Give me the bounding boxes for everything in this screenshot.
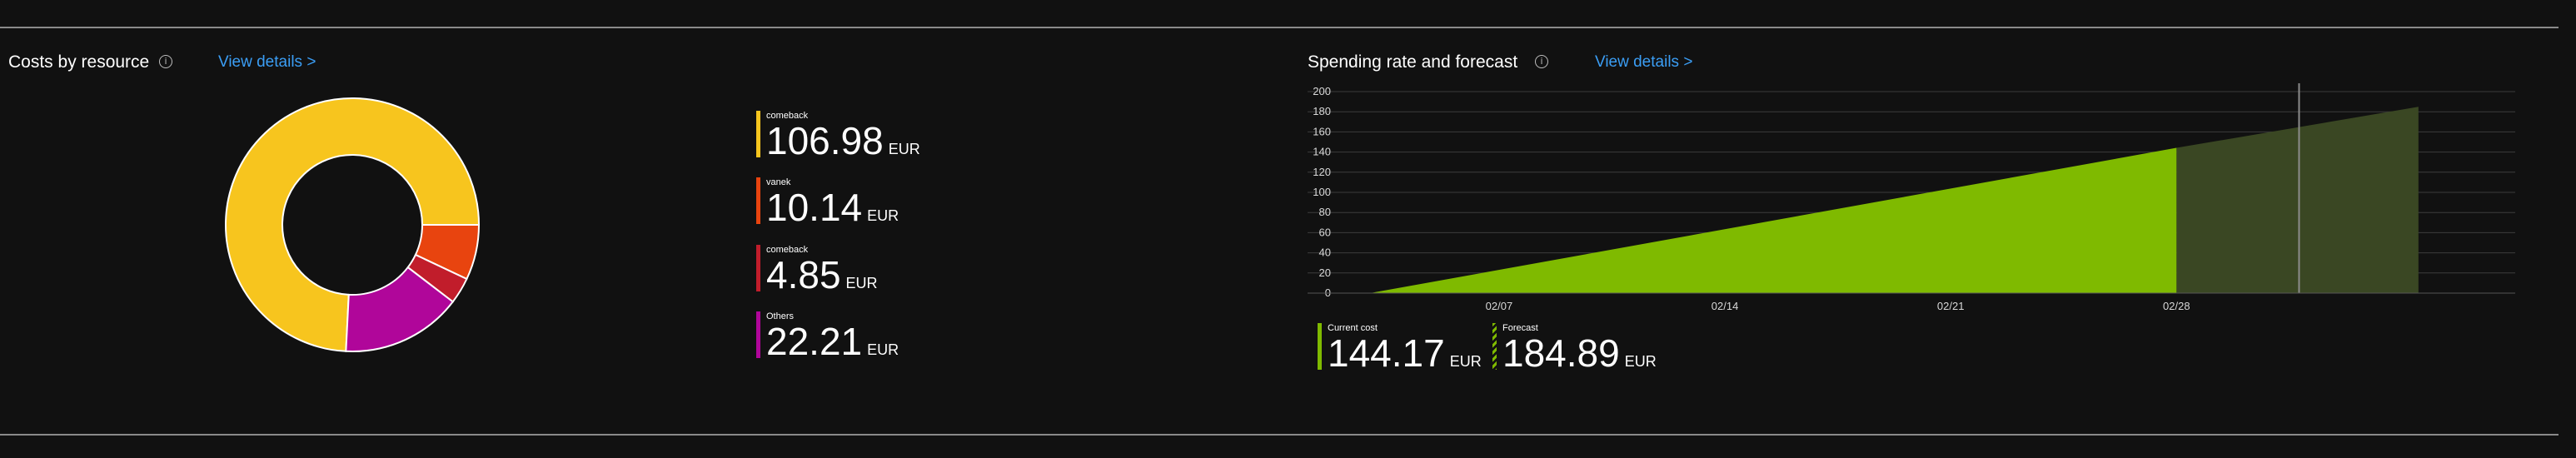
- y-tick-label: 20: [1319, 266, 1331, 279]
- info-icon[interactable]: i: [1535, 55, 1548, 68]
- current-cost-area: [1370, 147, 2177, 293]
- legend-unit: EUR: [867, 207, 899, 224]
- legend-swatch: [756, 245, 760, 291]
- legend-swatch: [756, 311, 760, 358]
- forecast-unit: EUR: [1624, 353, 1657, 370]
- forecast-view-details-link[interactable]: View details >: [1595, 53, 1692, 72]
- x-tick-label: 02/14: [1712, 300, 1739, 312]
- y-tick-label: 100: [1313, 186, 1331, 198]
- x-tick-label: 02/07: [1486, 300, 1513, 312]
- y-tick-label: 140: [1313, 146, 1331, 158]
- y-tick-label: 200: [1313, 85, 1331, 97]
- y-tick-label: 120: [1313, 166, 1331, 178]
- legend-value: 4.85 EUR: [766, 253, 878, 296]
- bottom-divider: [0, 434, 2559, 436]
- forecast-area: [2176, 107, 2419, 293]
- y-tick-label: 60: [1319, 226, 1331, 238]
- y-tick-label: 40: [1319, 246, 1331, 259]
- legend-value: 10.14 EUR: [766, 186, 899, 229]
- info-icon[interactable]: i: [159, 55, 172, 68]
- costs-view-details-link[interactable]: View details >: [218, 53, 316, 72]
- legend-unit: EUR: [888, 141, 920, 157]
- legend-swatch: [756, 177, 760, 224]
- y-tick-label: 180: [1313, 105, 1331, 117]
- forecast-panel-title: Spending rate and forecast: [1308, 52, 1518, 72]
- spending-area-chart: 02040608010012014016018020002/0702/1402/…: [1308, 83, 2515, 312]
- legend-swatch: [756, 111, 760, 157]
- forecast-value: 184.89: [1502, 331, 1620, 375]
- current-cost-value: 144.17: [1328, 331, 1445, 375]
- legend-value: 22.21 EUR: [766, 320, 899, 363]
- x-tick-label: 02/21: [1937, 300, 1965, 312]
- y-tick-label: 160: [1313, 125, 1331, 137]
- legend-unit: EUR: [867, 341, 899, 358]
- legend-unit: EUR: [845, 275, 878, 291]
- legend-value: 106.98 EUR: [766, 119, 920, 162]
- y-tick-label: 80: [1319, 206, 1331, 218]
- costs-donut-chart: [225, 97, 481, 352]
- current-cost-unit: EUR: [1449, 353, 1482, 370]
- x-tick-label: 02/28: [2163, 300, 2190, 312]
- top-divider: [0, 27, 2559, 28]
- costs-panel-title: Costs by resource: [8, 52, 150, 72]
- current-cost-swatch: [1318, 323, 1322, 370]
- forecast-swatch: [1492, 323, 1497, 370]
